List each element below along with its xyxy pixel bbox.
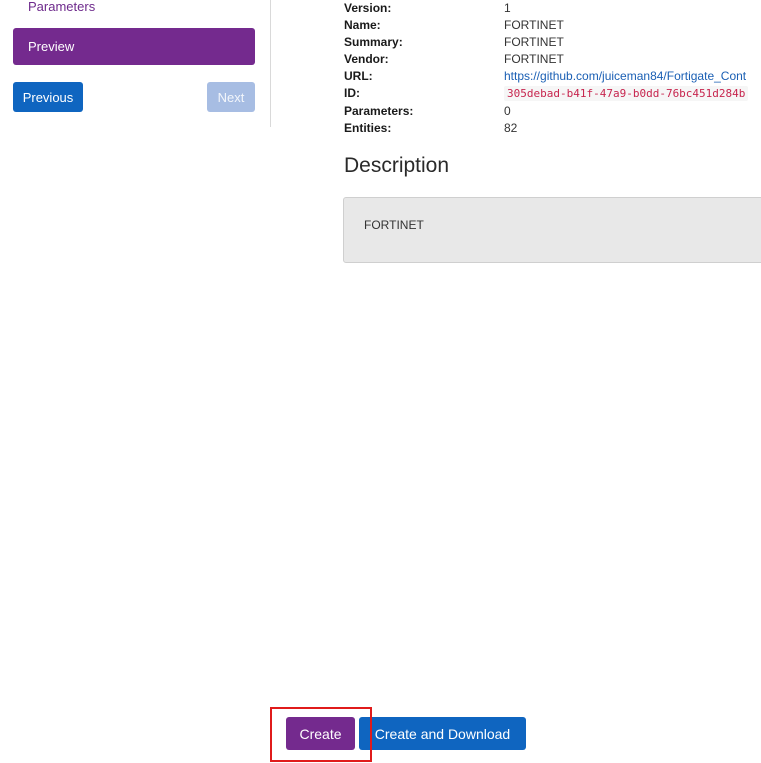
description-heading: Description xyxy=(344,154,450,177)
create-button[interactable]: Create xyxy=(286,717,355,750)
detail-row-summary: Summary: FORTINET xyxy=(344,34,761,51)
detail-value: FORTINET xyxy=(504,52,564,66)
detail-label: Name: xyxy=(344,18,381,32)
detail-row-name: Name: FORTINET xyxy=(344,17,761,34)
detail-row-parameters: Parameters: 0 xyxy=(344,103,761,120)
url-link[interactable]: https://github.com/juiceman84/Fortigate_… xyxy=(504,68,746,85)
description-box: FORTINET xyxy=(343,197,761,263)
sidebar-item-preview[interactable]: Preview xyxy=(13,28,255,65)
detail-value: 0 xyxy=(504,104,511,118)
detail-row-version: Version: 1 xyxy=(344,0,761,17)
previous-button[interactable]: Previous xyxy=(13,82,83,112)
detail-row-entities: Entities: 82 xyxy=(344,120,761,137)
wizard-sidebar: Parameters Preview Previous Next xyxy=(0,0,271,127)
sidebar-item-parameters[interactable]: Parameters xyxy=(28,0,95,14)
detail-label: Version: xyxy=(344,1,392,15)
page: Parameters Preview Previous Next Version… xyxy=(0,0,761,763)
detail-value: FORTINET xyxy=(504,35,564,49)
detail-row-url: URL: https://github.com/juiceman84/Forti… xyxy=(344,68,761,85)
description-text: FORTINET xyxy=(364,218,424,232)
detail-row-vendor: Vendor: FORTINET xyxy=(344,51,761,68)
detail-row-id: ID: 305debad-b41f-47a9-b0dd-76bc451d284b xyxy=(344,85,761,102)
next-button: Next xyxy=(207,82,255,112)
detail-value: 82 xyxy=(504,121,518,135)
detail-value: 1 xyxy=(504,1,511,15)
detail-label: ID: xyxy=(344,86,360,100)
detail-label: Vendor: xyxy=(344,52,389,66)
detail-label: Parameters: xyxy=(344,104,414,118)
detail-label: URL: xyxy=(344,69,373,83)
create-and-download-button[interactable]: Create and Download xyxy=(359,717,526,750)
id-code: 305debad-b41f-47a9-b0dd-76bc451d284b xyxy=(504,86,749,101)
detail-value: FORTINET xyxy=(504,18,564,32)
detail-label: Summary: xyxy=(344,35,403,49)
detail-label: Entities: xyxy=(344,121,392,135)
